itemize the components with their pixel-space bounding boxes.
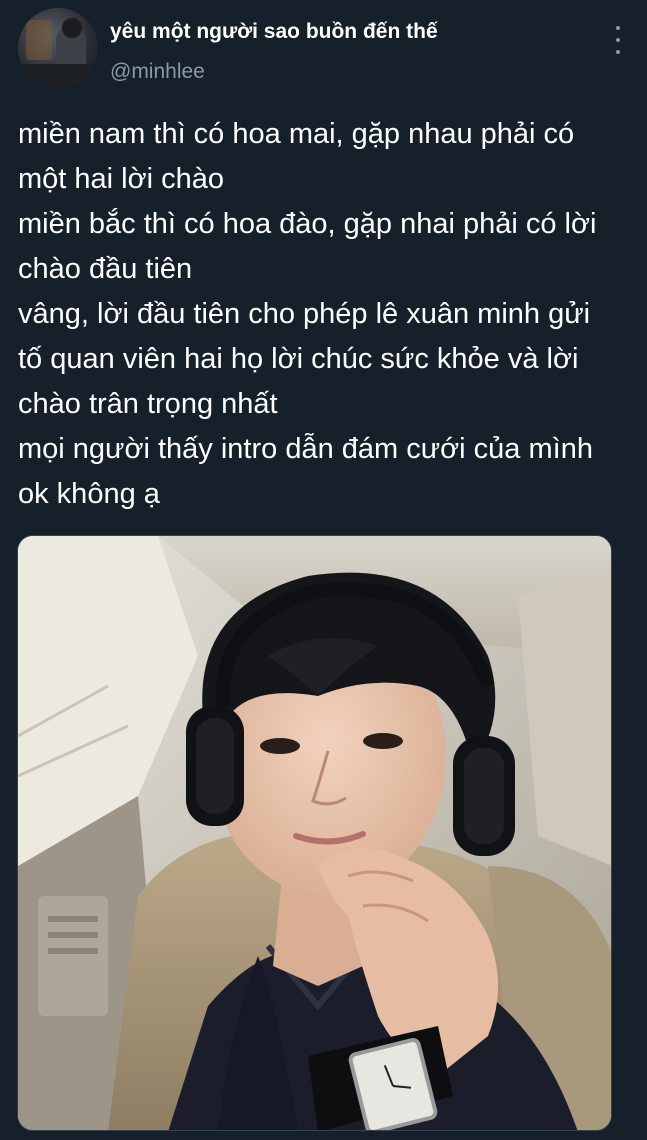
avatar[interactable] xyxy=(18,8,98,88)
avatar-bg-shape xyxy=(26,20,52,60)
tweet[interactable]: yêu một người sao buồn đến thế @minhlee … xyxy=(0,0,647,1140)
tweet-photo[interactable] xyxy=(17,535,612,1131)
tweet-text-line: chào đầu tiên xyxy=(18,253,193,285)
user-handle[interactable]: @minhlee xyxy=(110,60,205,84)
tweet-text-line: một hai lời chào xyxy=(18,163,225,195)
tweet-text: miền nam thì có hoa mai, gặp nhau phải c… xyxy=(18,112,633,517)
avatar-head xyxy=(62,18,82,38)
tweet-text-line: chào trân trọng nhất xyxy=(18,388,278,420)
tweet-text-line: tố quan viên hai họ lời chúc sức khỏe và… xyxy=(18,343,579,375)
tweet-text-line: ok không ạ xyxy=(18,478,160,510)
tweet-text-line: miền nam thì có hoa mai, gặp nhau phải c… xyxy=(18,118,575,150)
avatar-base xyxy=(22,64,94,88)
tweet-text-line: miền bắc thì có hoa đào, gặp nhai phải c… xyxy=(18,208,597,240)
more-vertical-icon[interactable] xyxy=(613,26,623,54)
tweet-text-line: mọi người thấy intro dẫn đám cưới của mì… xyxy=(18,433,593,465)
more-dot xyxy=(616,50,620,54)
tweet-text-line: vâng, lời đầu tiên cho phép lê xuân minh… xyxy=(18,298,591,330)
more-dot xyxy=(616,38,620,42)
display-name[interactable]: yêu một người sao buồn đến thế xyxy=(110,20,438,44)
photo-illustration xyxy=(18,536,611,1130)
tweet-header: yêu một người sao buồn đến thế @minhlee xyxy=(18,8,629,92)
more-dot xyxy=(616,26,620,30)
